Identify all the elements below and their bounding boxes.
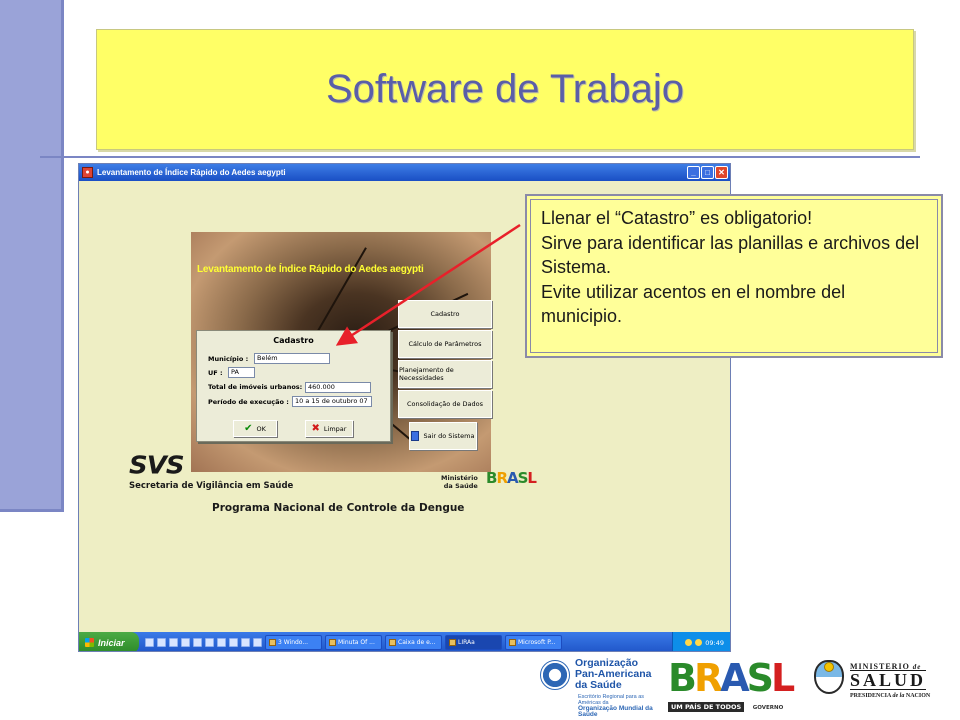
cadastro-dialog: Cadastro Município : Belém UF : PA Total… bbox=[196, 330, 391, 442]
brasil-small-logo: BRASL bbox=[486, 469, 537, 487]
callout-note: Llenar el “Catastro” es obligatorio! Sir… bbox=[525, 194, 943, 358]
app-banner-title: Levantamento de Índice Rápido do Aedes a… bbox=[197, 264, 424, 275]
callout-line-1: Llenar el “Catastro” es obligatorio! bbox=[541, 208, 813, 228]
windows-flag-icon bbox=[85, 638, 94, 647]
quicklaunch-icon[interactable] bbox=[145, 638, 154, 647]
taskbar-item[interactable]: Minuta Of ... bbox=[325, 635, 382, 650]
x-icon: ✖ bbox=[311, 423, 320, 434]
menu-sair-label: Sair do Sistema bbox=[423, 432, 475, 440]
svs-logo: SVS bbox=[129, 451, 185, 481]
slide-title: Software de Trabajo bbox=[326, 67, 684, 111]
brasil-logo: BRASL UM PAÍS DE TODOS GOVERNO FEDERAL bbox=[668, 656, 795, 712]
svs-subtitle: Secretaria de Vigilância em Saúde bbox=[129, 481, 294, 491]
ministerio-saude-logo: Ministério da Saúde bbox=[441, 474, 478, 490]
menu-cadastro-button[interactable]: Cadastro bbox=[398, 300, 492, 328]
quicklaunch-icon[interactable] bbox=[169, 638, 178, 647]
taskbar-item-active[interactable]: LIRAa bbox=[445, 635, 502, 650]
ok-button[interactable]: ✔ OK bbox=[233, 420, 277, 437]
start-button[interactable]: Iniciar bbox=[79, 632, 139, 651]
ministerio-salud-logo: MINISTERIO de SALUD PRESIDENCIA de la NA… bbox=[814, 660, 949, 708]
tray-icon[interactable] bbox=[685, 639, 693, 646]
taskbar-item[interactable]: 3 Windo... bbox=[265, 635, 322, 650]
window-controls: _ □ ✕ bbox=[687, 166, 728, 179]
clear-button[interactable]: ✖ Limpar bbox=[305, 420, 353, 437]
check-icon: ✔ bbox=[244, 423, 253, 434]
app-icon bbox=[449, 639, 456, 646]
municipio-field[interactable]: Belém bbox=[254, 353, 330, 364]
left-accent-bar bbox=[0, 0, 64, 512]
exit-door-icon bbox=[411, 431, 420, 441]
periodo-label: Período de execução : bbox=[208, 398, 289, 406]
taskbar-item[interactable]: Caixa de e... bbox=[385, 635, 442, 650]
total-imoveis-label: Total de imóveis urbanos: bbox=[208, 383, 303, 391]
sun-icon bbox=[824, 662, 834, 672]
menu-sair-button[interactable]: Sair do Sistema bbox=[409, 422, 477, 450]
close-button[interactable]: ✕ bbox=[715, 166, 728, 179]
uf-field[interactable]: PA bbox=[228, 367, 255, 378]
municipio-label: Município : bbox=[208, 355, 249, 363]
title-box: Software de Trabajo bbox=[96, 29, 914, 150]
quicklaunch-icon[interactable] bbox=[241, 638, 250, 647]
minimize-button[interactable]: _ bbox=[687, 166, 700, 179]
app-icon: ● bbox=[82, 167, 93, 178]
program-title: Programa Nacional de Controle da Dengue bbox=[212, 502, 465, 514]
quicklaunch-icon[interactable] bbox=[157, 638, 166, 647]
opas-emblem-icon bbox=[540, 660, 570, 690]
quicklaunch-icon[interactable] bbox=[181, 638, 190, 647]
callout-line-3: Evite utilizar acentos en el nombre del … bbox=[541, 281, 846, 327]
mail-icon bbox=[389, 639, 396, 646]
document-icon bbox=[329, 639, 336, 646]
taskbar-item[interactable]: Microsoft P... bbox=[505, 635, 562, 650]
quick-launch bbox=[145, 638, 262, 647]
start-label: Iniciar bbox=[98, 637, 125, 648]
dialog-title: Cadastro bbox=[273, 336, 314, 345]
total-imoveis-field[interactable]: 460.000 bbox=[305, 382, 371, 393]
title-divider bbox=[40, 156, 920, 158]
taskbar: Iniciar 3 Windo... Minuta Of ... Caixa d… bbox=[79, 632, 730, 651]
callout-line-2: Sirve para identificar las planillas e a… bbox=[541, 232, 920, 278]
ok-label: OK bbox=[256, 424, 266, 433]
powerpoint-icon bbox=[509, 639, 516, 646]
quicklaunch-icon[interactable] bbox=[217, 638, 226, 647]
clear-label: Limpar bbox=[323, 424, 347, 433]
window-titlebar[interactable]: ● Levantamento de Índice Rápido do Aedes… bbox=[79, 164, 730, 181]
opas-logo: Organização Pan-Americana da Saúde Escri… bbox=[540, 658, 660, 718]
window-title: Levantamento de Índice Rápido do Aedes a… bbox=[97, 168, 286, 177]
quicklaunch-icon[interactable] bbox=[205, 638, 214, 647]
menu-calculo-button[interactable]: Cálculo de Parâmetros bbox=[398, 330, 492, 358]
uf-label: UF : bbox=[208, 369, 223, 377]
quicklaunch-icon[interactable] bbox=[193, 638, 202, 647]
folder-icon bbox=[269, 639, 276, 646]
periodo-field[interactable]: 10 a 15 de outubro 07 bbox=[292, 396, 372, 407]
clock: 09:49 bbox=[705, 638, 724, 647]
quicklaunch-icon[interactable] bbox=[253, 638, 262, 647]
tray-icon[interactable] bbox=[695, 639, 703, 646]
menu-planejamento-button[interactable]: Planejamento de Necessidades bbox=[398, 360, 492, 388]
menu-consolidacao-button[interactable]: Consolidação de Dados bbox=[398, 390, 492, 418]
slide: Software de Trabajo ● Levantamento de Ín… bbox=[0, 0, 960, 720]
system-tray: 09:49 bbox=[672, 632, 730, 651]
quicklaunch-icon[interactable] bbox=[229, 638, 238, 647]
maximize-button[interactable]: □ bbox=[701, 166, 714, 179]
